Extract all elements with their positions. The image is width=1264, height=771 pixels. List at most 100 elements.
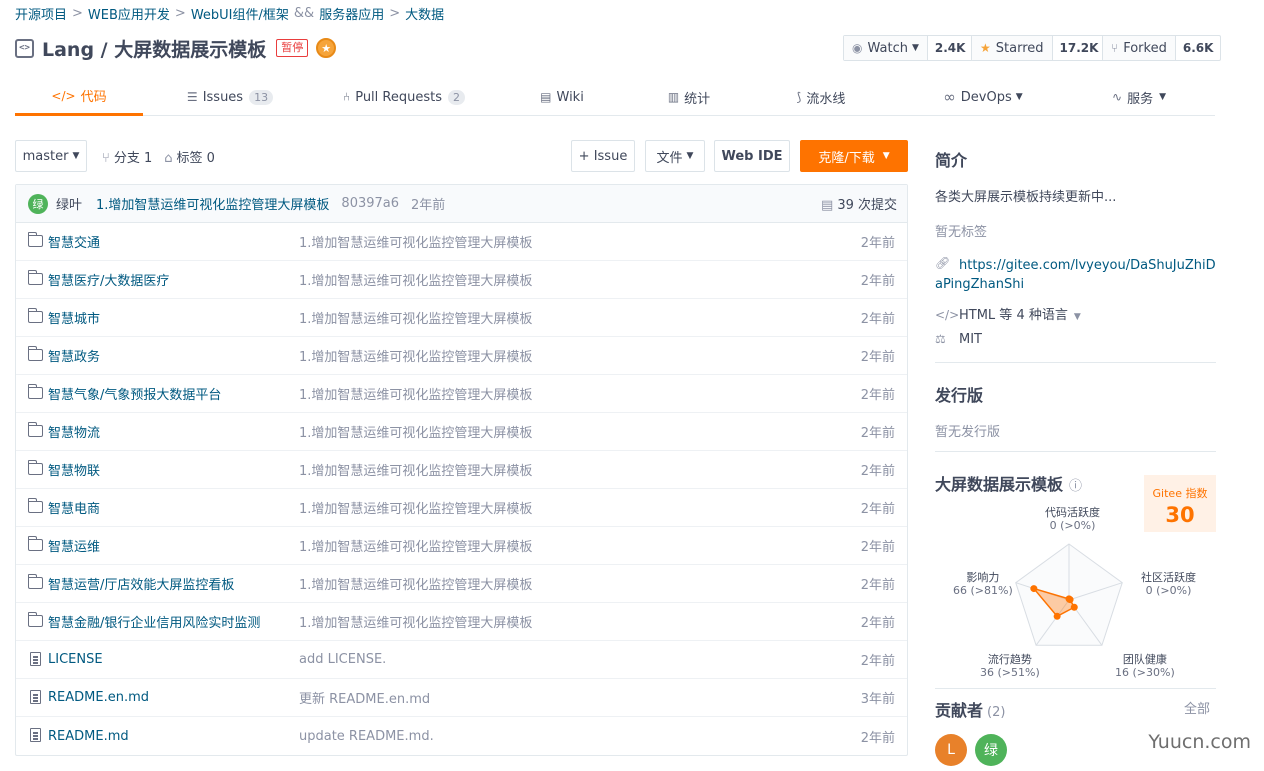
branches-link[interactable]: ⑂ 分支 1 (102, 147, 152, 166)
file-icon (30, 728, 41, 742)
file-time: 2年前 (860, 464, 895, 479)
file-name-link[interactable]: 智慧医疗/大数据医疗 (48, 270, 169, 289)
page-title[interactable]: Lang / 大屏数据展示模板 (42, 35, 266, 62)
breadcrumb-item[interactable]: 开源项目 (15, 4, 67, 23)
tab-pull-requests[interactable]: ⑃ Pull Requests 2 (333, 78, 475, 116)
help-icon[interactable]: ⓘ (1069, 479, 1082, 494)
avatar[interactable]: L (935, 734, 967, 766)
folder-icon (27, 308, 43, 323)
tab-issues[interactable]: ☰ Issues 13 (175, 78, 285, 116)
file-time: 2年前 (860, 540, 895, 555)
tags-link[interactable]: ⌂ 标签 0 (164, 147, 215, 166)
file-commit-message[interactable]: 更新 README.en.md (299, 688, 430, 707)
file-name-link[interactable]: 智慧政务 (48, 346, 100, 365)
medal-icon[interactable]: ★ (316, 38, 337, 58)
file-commit-message[interactable]: 1.增加智慧运维可视化监控管理大屏模板 (299, 422, 532, 441)
fork-button[interactable]: ⑂ Forked 6.6K (1102, 35, 1222, 61)
star-button[interactable]: ★ Starred 17.2K (971, 35, 1107, 61)
breadcrumb-item[interactable]: WEB应用开发 (88, 4, 170, 23)
file-name-link[interactable]: 智慧交通 (48, 232, 100, 251)
issues-icon: ☰ (186, 90, 198, 104)
file-name-link[interactable]: 智慧金融/银行企业信用风险实时监测 (48, 612, 260, 631)
file-name-link[interactable]: 智慧气象/气象预报大数据平台 (48, 384, 221, 403)
radar-point[interactable] (1053, 612, 1061, 620)
status-badge: 暂停 (276, 39, 309, 57)
file-time: 2年前 (860, 312, 895, 327)
commit-author[interactable]: 绿叶 (56, 194, 82, 213)
folder-icon (27, 460, 43, 475)
caret-down-icon: ▼ (686, 151, 694, 161)
commits-icon: ▤ (821, 198, 834, 213)
avatar[interactable]: 绿 (975, 734, 1007, 766)
file-name-link[interactable]: 智慧运维 (48, 536, 100, 555)
watch-count[interactable]: 2.4K (928, 36, 973, 60)
breadcrumb-item[interactable]: WebUI组件/框架 (191, 4, 289, 23)
file-button[interactable]: 文件 ▼ (645, 140, 705, 172)
radar-point[interactable] (1030, 585, 1038, 593)
license-info[interactable]: ⚖ MIT (935, 332, 1217, 347)
breadcrumb-item[interactable]: 服务器应用 (319, 4, 384, 23)
commit-count[interactable]: ▤ 39 次提交 (821, 194, 897, 213)
file-commit-message[interactable]: 1.增加智慧运维可视化监控管理大屏模板 (299, 232, 532, 251)
new-issue-button[interactable]: + Issue (571, 140, 635, 172)
file-name-link[interactable]: 智慧城市 (48, 308, 100, 327)
avatar[interactable]: 绿 (28, 193, 48, 214)
intro-title: 简介 (935, 151, 968, 170)
language-info[interactable]: </>HTML 等 4 种语言 ▼ (935, 304, 1217, 323)
file-commit-message[interactable]: 1.增加智慧运维可视化监控管理大屏模板 (299, 460, 532, 479)
file-commit-message[interactable]: 1.增加智慧运维可视化监控管理大屏模板 (299, 574, 532, 593)
caret-down-icon: ▼ (1015, 92, 1023, 102)
tab-code[interactable]: </> 代码 (15, 78, 143, 116)
commit-hash[interactable]: 80397a6 (341, 196, 399, 211)
tab-devops[interactable]: ∞ DevOps ▼ (933, 78, 1033, 116)
devops-icon: ∞ (943, 88, 956, 106)
file-time: 2年前 (860, 578, 895, 593)
branch-select[interactable]: master ▼ (15, 140, 87, 172)
breadcrumb-item[interactable]: 大数据 (405, 4, 444, 23)
file-commit-message[interactable]: 1.增加智慧运维可视化监控管理大屏模板 (299, 536, 532, 555)
all-contributors-link[interactable]: 全部 (1184, 698, 1210, 717)
file-name-link[interactable]: README.en.md (48, 690, 149, 705)
code-icon: </> (51, 88, 76, 103)
file-name-link[interactable]: 智慧电商 (48, 498, 100, 517)
wiki-icon: ▤ (540, 90, 552, 104)
breadcrumb: 开源项目 > WEB应用开发 > WebUI组件/框架 && 服务器应用 > 大… (15, 4, 445, 23)
file-commit-message[interactable]: 1.增加智慧运维可视化监控管理大屏模板 (299, 270, 532, 289)
homepage-link[interactable]: https://gitee.com/lvyeyou/DaShuJuZhiDaPi… (935, 258, 1216, 292)
tab-wiki[interactable]: ▤ Wiki (527, 78, 597, 116)
file-list: 绿 绿叶 1.增加智慧运维可视化监控管理大屏模板 80397a6 2年前 ▤ 39… (15, 184, 908, 756)
folder-icon (27, 384, 43, 399)
divider (935, 362, 1216, 363)
star-count[interactable]: 17.2K (1053, 36, 1106, 60)
file-commit-message[interactable]: 1.增加智慧运维可视化监控管理大屏模板 (299, 384, 532, 403)
web-ide-button[interactable]: Web IDE (714, 140, 790, 172)
file-time: 2年前 (860, 654, 895, 669)
fork-icon: ⑂ (1111, 41, 1119, 55)
file-commit-message[interactable]: 1.增加智慧运维可视化监控管理大屏模板 (299, 308, 532, 327)
tab-pipeline[interactable]: ⟆ 流水线 (781, 78, 861, 116)
file-commit-message[interactable]: 1.增加智慧运维可视化监控管理大屏模板 (299, 612, 532, 631)
file-commit-message[interactable]: add LICENSE. (299, 652, 386, 667)
radar-point[interactable] (1070, 603, 1078, 611)
clone-download-button[interactable]: 克隆/下载 ▼ (800, 140, 908, 172)
file-name-link[interactable]: 智慧物联 (48, 460, 100, 479)
file-name-link[interactable]: 智慧运营/厅店效能大屏监控看板 (48, 574, 234, 593)
fork-count[interactable]: 6.6K (1176, 36, 1221, 60)
file-commit-message[interactable]: 1.增加智慧运维可视化监控管理大屏模板 (299, 346, 532, 365)
star-icon: ★ (980, 41, 991, 55)
tab-stats[interactable]: ▥ 统计 (655, 78, 723, 116)
radar-label: 流行趋势 36 (>51%) (980, 653, 1040, 679)
file-name-link[interactable]: LICENSE (48, 652, 103, 667)
tab-service[interactable]: ∿ 服务 ▼ (1101, 78, 1177, 116)
commit-message[interactable]: 1.增加智慧运维可视化监控管理大屏模板 (96, 194, 329, 213)
file-name-link[interactable]: README.md (48, 729, 129, 744)
radar-point[interactable] (1066, 596, 1074, 604)
table-row: 智慧运营/厅店效能大屏监控看板 1.增加智慧运维可视化监控管理大屏模板 2年前 (16, 565, 907, 603)
file-name-link[interactable]: 智慧物流 (48, 422, 100, 441)
table-row: 智慧物联 1.增加智慧运维可视化监控管理大屏模板 2年前 (16, 451, 907, 489)
file-commit-message[interactable]: 1.增加智慧运维可视化监控管理大屏模板 (299, 498, 532, 517)
watch-button[interactable]: ◉ Watch ▼ 2.4K (843, 35, 974, 61)
file-commit-message[interactable]: update README.md. (299, 729, 434, 744)
table-row: 智慧交通 1.增加智慧运维可视化监控管理大屏模板 2年前 (16, 223, 907, 261)
code-icon: </> (935, 308, 960, 322)
